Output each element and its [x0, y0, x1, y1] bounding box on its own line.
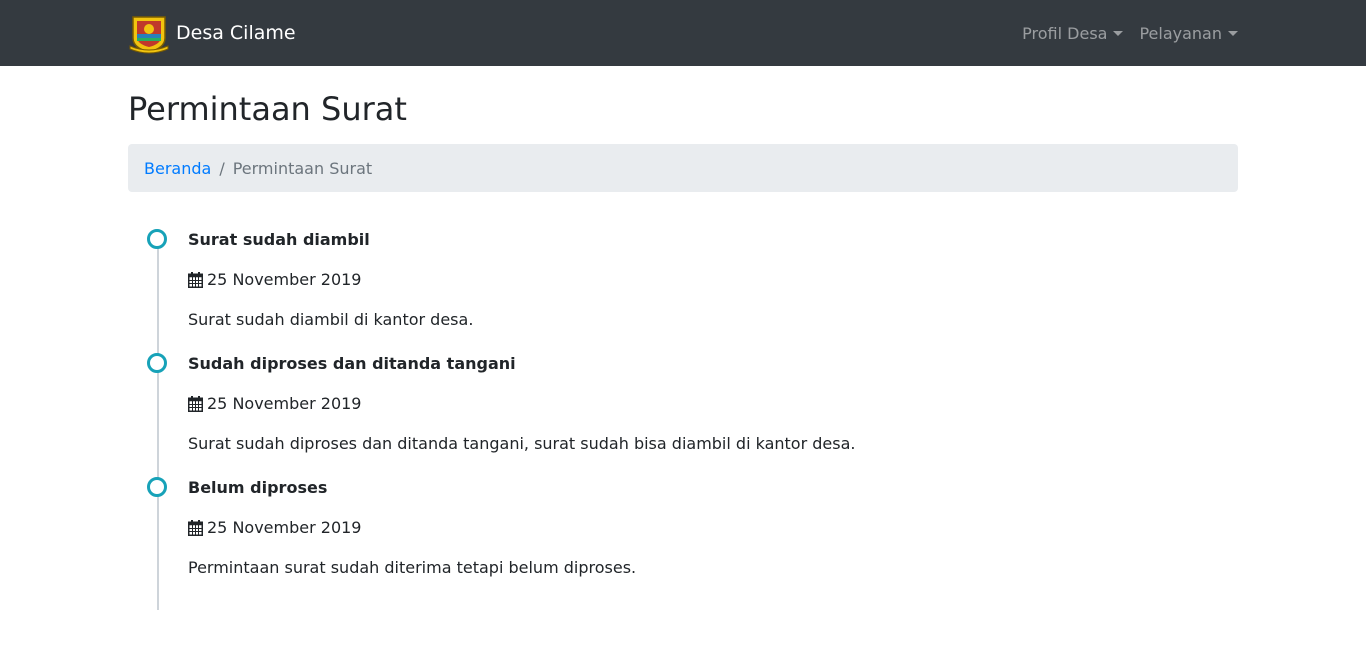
timeline-item-description: Surat sudah diambil di kantor desa. [188, 310, 474, 330]
timeline-item-title: Surat sudah diambil [188, 230, 370, 250]
timeline-item-date: 25 November 2019 [188, 268, 1238, 292]
breadcrumb-separator: / [219, 158, 225, 178]
timeline-item-title: Belum diproses [188, 478, 328, 498]
calendar-icon [188, 396, 203, 413]
brand-link[interactable]: Desa Cilame [128, 12, 296, 54]
date-text: 25 November 2019 [207, 394, 362, 414]
calendar-icon [188, 520, 203, 537]
timeline-item-description: Permintaan surat sudah diterima tetapi b… [188, 558, 637, 578]
breadcrumb: Beranda / Permintaan Surat [128, 144, 1238, 193]
timeline-dot-icon [147, 229, 167, 250]
timeline-item: Surat sudah diambil 25 November 2019 Sur… [147, 228, 1238, 352]
calendar-icon [188, 272, 203, 289]
brand-name: Desa Cilame [176, 22, 296, 44]
timeline-dot-icon [147, 477, 167, 498]
timeline-item-date: 25 November 2019 [188, 392, 1238, 416]
timeline-item-title: Sudah diproses dan ditanda tangani [188, 354, 516, 374]
village-emblem-icon [129, 16, 169, 54]
main-content: Permintaan Surat Beranda / Permintaan Su… [128, 90, 1238, 611]
timeline-item: Sudah diproses dan ditanda tangani 25 No… [147, 352, 1238, 476]
caret-down-icon [1113, 30, 1124, 36]
breadcrumb-home-link[interactable]: Beranda [144, 159, 211, 178]
breadcrumb-current: Permintaan Surat [232, 158, 373, 178]
nav-item-label: Profil Desa [1022, 23, 1108, 43]
date-text: 25 November 2019 [207, 518, 362, 538]
nav-item-pelayanan[interactable]: Pelayanan [1139, 24, 1238, 43]
date-text: 25 November 2019 [207, 270, 362, 290]
page-title: Permintaan Surat [128, 90, 407, 128]
nav-item-profil-desa[interactable]: Profil Desa [1022, 23, 1124, 43]
nav-menu: Profil Desa Pelayanan [1006, 24, 1238, 43]
timeline-dot-icon [147, 353, 167, 374]
nav-item-label: Pelayanan [1139, 23, 1222, 43]
status-timeline: Surat sudah diambil 25 November 2019 Sur… [128, 228, 1238, 611]
navbar: Desa Cilame Profil Desa Pelayanan [0, 0, 1366, 66]
caret-down-icon [1228, 30, 1238, 36]
timeline-item: Belum diproses 25 November 2019 Perminta… [147, 476, 1238, 600]
timeline-item-date: 25 November 2019 [188, 516, 1238, 540]
timeline-item-description: Surat sudah diproses dan ditanda tangani… [188, 434, 856, 454]
